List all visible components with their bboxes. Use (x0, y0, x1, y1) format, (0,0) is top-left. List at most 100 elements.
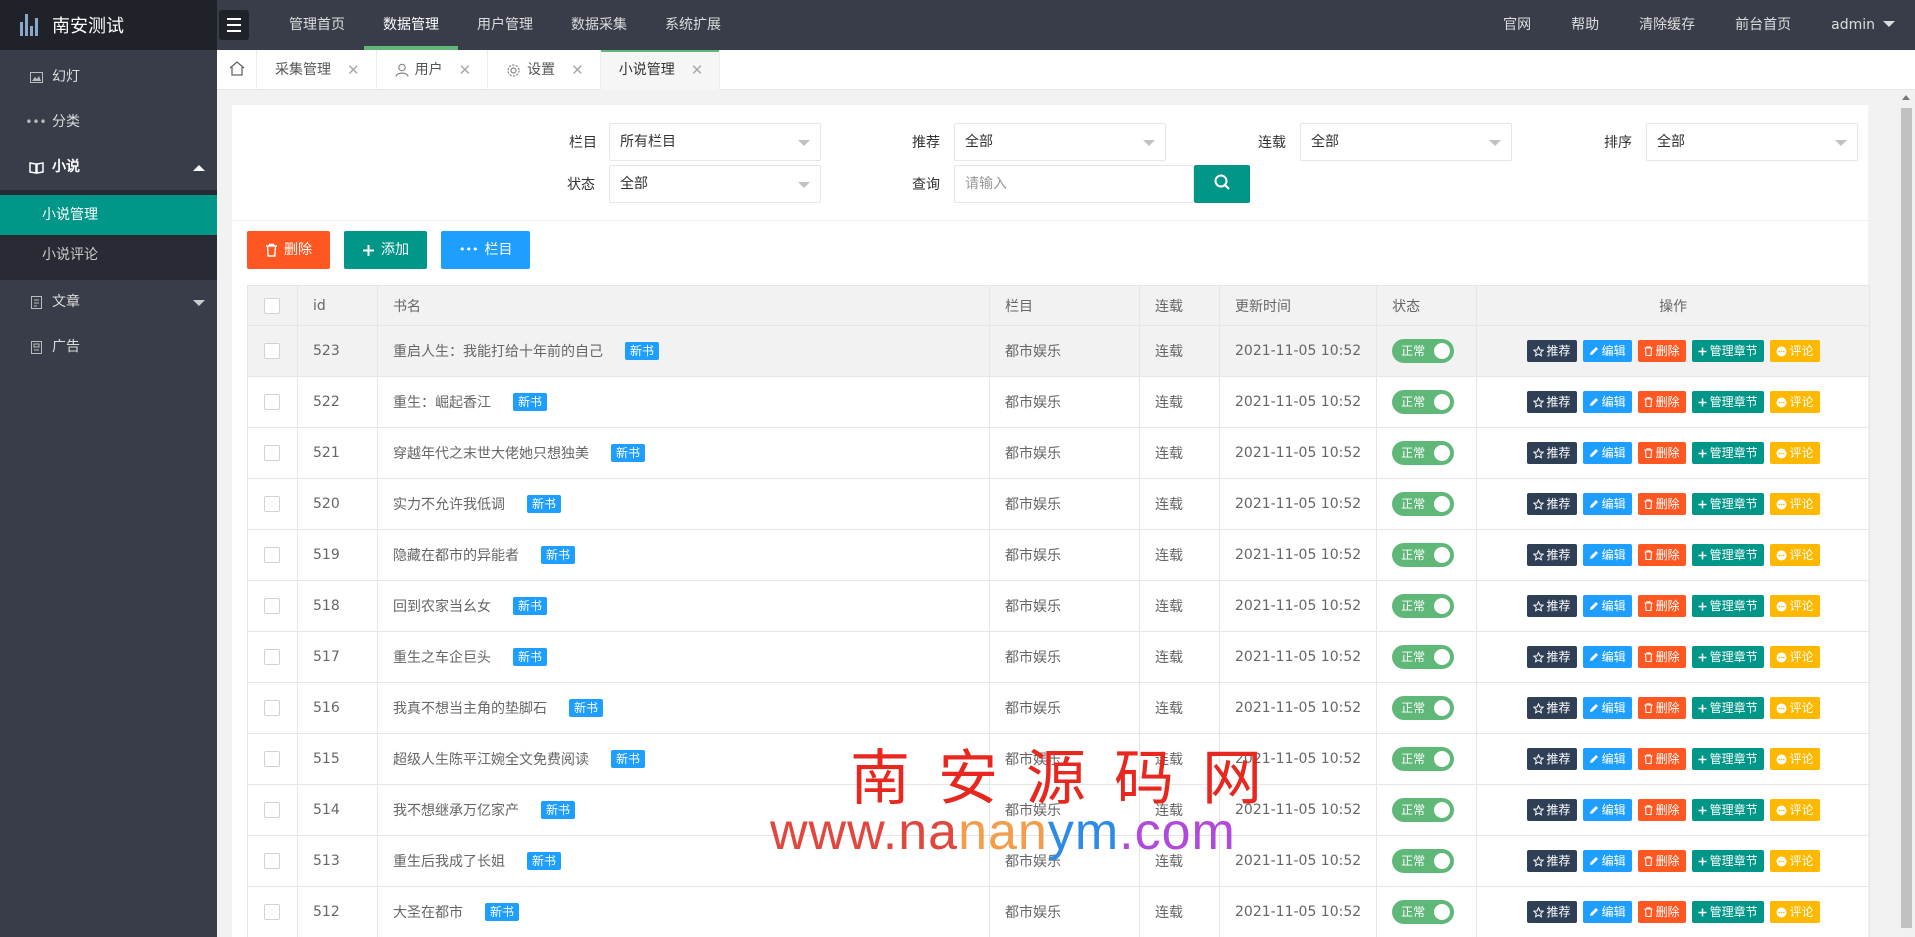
status-select[interactable]: 全部 (609, 165, 821, 203)
sidebar-item-novel[interactable]: 小说 (0, 145, 217, 190)
topnav-item-home[interactable]: 管理首页 (270, 0, 364, 50)
sidebar-item-ads[interactable]: 广告 (0, 325, 217, 370)
table-row[interactable]: 522 重生：崛起香江 新书 都市娱乐 连载 2021-11-05 10:52 正常 推荐 编辑… (247, 376, 1870, 428)
table-row[interactable]: 513 重生后我成了长姐 新书 都市娱乐 连载 2021-11-05 10:52 正常 推荐 编… (247, 835, 1870, 887)
comment-button[interactable]: 评论 (1769, 901, 1820, 923)
row-name[interactable]: 我真不想当主角的垫脚石 (393, 701, 547, 717)
row-checkbox[interactable] (264, 598, 280, 614)
row-checkbox[interactable] (264, 649, 280, 665)
page-scrollbar[interactable] (1898, 90, 1915, 937)
row-delete-button[interactable]: 删除 (1637, 340, 1686, 362)
status-toggle[interactable]: 正常 (1392, 339, 1455, 363)
col-updated[interactable]: 更新时间 (1218, 285, 1378, 326)
edit-button[interactable]: 编辑 (1582, 697, 1632, 719)
row-delete-button[interactable]: 删除 (1637, 850, 1686, 872)
row-delete-button[interactable]: 删除 (1637, 391, 1686, 413)
recommend-button[interactable]: 推荐 (1526, 493, 1577, 515)
edit-button[interactable]: 编辑 (1582, 544, 1632, 566)
scroll-up-icon[interactable] (1902, 95, 1910, 100)
delete-button[interactable]: 删除 (247, 231, 330, 269)
sidebar-item-novel-manage[interactable]: 小说管理 (0, 195, 217, 235)
col-id[interactable]: id (297, 285, 378, 326)
row-name[interactable]: 大圣在都市 (393, 905, 463, 921)
manage-chapters-button[interactable]: 管理章节 (1691, 850, 1764, 872)
column-button[interactable]: ••• 栏目 (441, 231, 531, 269)
table-row[interactable]: 512 大圣在都市 新书 都市娱乐 连载 2021-11-05 10:52 正常 推荐 编辑 删除… (247, 886, 1870, 937)
recommend-button[interactable]: 推荐 (1526, 340, 1577, 362)
row-name[interactable]: 穿越年代之末世大佬她只想独美 (393, 446, 589, 462)
recommend-button[interactable]: 推荐 (1526, 799, 1577, 821)
recommend-button[interactable]: 推荐 (1526, 901, 1577, 923)
row-checkbox[interactable] (264, 343, 280, 359)
close-icon[interactable]: ✕ (347, 50, 360, 90)
add-button[interactable]: 添加 (344, 231, 427, 269)
comment-button[interactable]: 评论 (1769, 544, 1820, 566)
row-checkbox[interactable] (264, 802, 280, 818)
status-toggle[interactable]: 正常 (1392, 594, 1455, 618)
manage-chapters-button[interactable]: 管理章节 (1691, 799, 1764, 821)
status-toggle[interactable]: 正常 (1392, 798, 1455, 822)
table-row[interactable]: 520 实力不允许我低调 新书 都市娱乐 连载 2021-11-05 10:52 正常 推荐 编… (247, 478, 1870, 530)
table-row[interactable]: 518 回到农家当幺女 新书 都市娱乐 连载 2021-11-05 10:52 正常 推荐 编辑… (247, 580, 1870, 632)
row-checkbox[interactable] (264, 853, 280, 869)
sidebar-item-article[interactable]: 文章 (0, 280, 217, 325)
status-toggle[interactable]: 正常 (1392, 900, 1455, 924)
row-name[interactable]: 重生后我成了长姐 (393, 854, 505, 870)
help-link[interactable]: 帮助 (1551, 0, 1619, 50)
row-name[interactable]: 超级人生陈平江婉全文免费阅读 (393, 752, 589, 768)
manage-chapters-button[interactable]: 管理章节 (1691, 340, 1764, 362)
status-toggle[interactable]: 正常 (1392, 747, 1455, 771)
close-icon[interactable]: ✕ (571, 50, 584, 90)
row-name[interactable]: 重生之车企巨头 (393, 650, 491, 666)
status-toggle[interactable]: 正常 (1392, 696, 1455, 720)
clear-cache-link[interactable]: 清除缓存 (1619, 0, 1715, 50)
recommend-select[interactable]: 全部 (954, 123, 1166, 161)
tab-collect[interactable]: 采集管理 ✕ (257, 50, 377, 90)
recommend-button[interactable]: 推荐 (1526, 544, 1577, 566)
col-column[interactable]: 栏目 (989, 285, 1140, 326)
recommend-button[interactable]: 推荐 (1526, 697, 1577, 719)
comment-button[interactable]: 评论 (1769, 748, 1820, 770)
col-serial[interactable]: 连载 (1139, 285, 1220, 326)
scrollbar-thumb[interactable] (1901, 108, 1912, 928)
row-checkbox[interactable] (264, 394, 280, 410)
comment-button[interactable]: 评论 (1769, 442, 1820, 464)
row-checkbox[interactable] (264, 700, 280, 716)
row-delete-button[interactable]: 删除 (1637, 595, 1686, 617)
row-delete-button[interactable]: 删除 (1637, 748, 1686, 770)
user-menu[interactable]: admin (1811, 0, 1915, 50)
logo[interactable]: 南安测试 (0, 0, 217, 50)
edit-button[interactable]: 编辑 (1582, 646, 1632, 668)
tab-home[interactable] (217, 50, 257, 90)
row-checkbox[interactable] (264, 547, 280, 563)
row-delete-button[interactable]: 删除 (1637, 442, 1686, 464)
status-toggle[interactable]: 正常 (1392, 441, 1455, 465)
row-name[interactable]: 重启人生：我能打给十年前的自己 (393, 344, 603, 360)
topnav-item-extend[interactable]: 系统扩展 (646, 0, 740, 50)
table-row[interactable]: 519 隐藏在都市的异能者 新书 都市娱乐 连载 2021-11-05 10:52 正常 推荐… (247, 529, 1870, 581)
row-delete-button[interactable]: 删除 (1637, 799, 1686, 821)
table-row[interactable]: 517 重生之车企巨头 新书 都市娱乐 连载 2021-11-05 10:52 正常 推荐 编辑… (247, 631, 1870, 683)
manage-chapters-button[interactable]: 管理章节 (1691, 646, 1764, 668)
row-name[interactable]: 隐藏在都市的异能者 (393, 548, 519, 564)
edit-button[interactable]: 编辑 (1582, 799, 1632, 821)
sidebar-item-category[interactable]: ••• 分类 (0, 100, 217, 145)
comment-button[interactable]: 评论 (1769, 340, 1820, 362)
row-name[interactable]: 实力不允许我低调 (393, 497, 505, 513)
sidebar-item-novel-comments[interactable]: 小说评论 (0, 235, 217, 275)
manage-chapters-button[interactable]: 管理章节 (1691, 901, 1764, 923)
menu-toggle-button[interactable] (219, 10, 249, 40)
manage-chapters-button[interactable]: 管理章节 (1691, 544, 1764, 566)
edit-button[interactable]: 编辑 (1582, 901, 1632, 923)
row-checkbox[interactable] (264, 751, 280, 767)
col-name[interactable]: 书名 (377, 285, 990, 326)
serial-select[interactable]: 全部 (1300, 123, 1512, 161)
comment-button[interactable]: 评论 (1769, 595, 1820, 617)
topnav-item-collect[interactable]: 数据采集 (552, 0, 646, 50)
query-input[interactable] (954, 165, 1194, 203)
comment-button[interactable]: 评论 (1769, 850, 1820, 872)
status-toggle[interactable]: 正常 (1392, 849, 1455, 873)
table-row[interactable]: 514 我不想继承万亿家产 新书 都市娱乐 连载 2021-11-05 10:52 正常 推荐… (247, 784, 1870, 836)
edit-button[interactable]: 编辑 (1582, 391, 1632, 413)
edit-button[interactable]: 编辑 (1582, 442, 1632, 464)
